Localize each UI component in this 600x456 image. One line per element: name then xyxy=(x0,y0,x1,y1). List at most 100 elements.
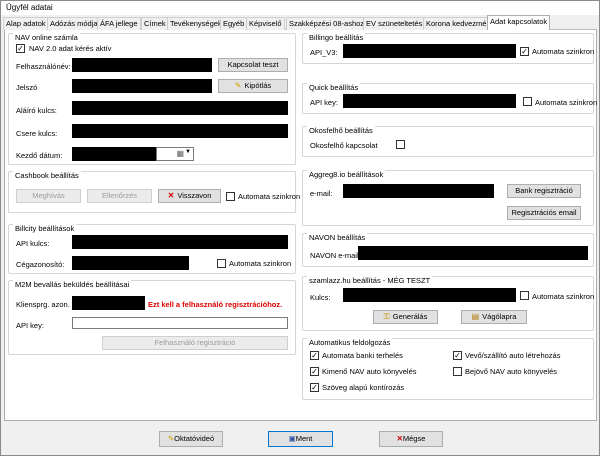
auto-incoming-nav-label: Bejövő NAV auto könyvelés xyxy=(465,367,557,376)
start-date-masked xyxy=(72,147,156,161)
billcity-company-field[interactable] xyxy=(72,256,189,270)
nav-enable-label: NAV 2.0 adat kérés aktív xyxy=(29,44,112,53)
billcity-group-title: Billcity beállítások xyxy=(13,224,77,233)
exchange-key-field[interactable] xyxy=(72,124,288,138)
billcity-auto-sync-label: Automata szinkron xyxy=(229,259,292,268)
x-icon: ✕ xyxy=(167,191,175,200)
cashbook-auto-sync-checkbox[interactable] xyxy=(226,192,235,201)
szamlazz-key-field[interactable] xyxy=(343,288,516,302)
szamlazz-auto-sync-checkbox[interactable] xyxy=(520,291,529,300)
billingo-auto-sync-label: Automata szinkron xyxy=(532,47,595,56)
okosfelho-group: Okosfelhő beállítás Okosfelhő kapcsolat xyxy=(302,126,594,157)
navon-group-title: NAVON beállítás xyxy=(307,233,368,242)
okosfelho-connect-label: Okosfelhő kapcsolat xyxy=(310,141,378,150)
tab-szakkepzesi[interactable]: Szakképzési 08-ashoz xyxy=(286,17,368,30)
quick-auto-sync-checkbox[interactable] xyxy=(523,97,532,106)
billingo-api-field[interactable] xyxy=(343,44,516,58)
szamlazz-clipboard-button[interactable]: ▤ Vágólapra xyxy=(461,310,527,324)
aggreg8-email-label: e-mail: xyxy=(310,189,333,198)
navon-group: NAVON beállítás NAVON e-mail: xyxy=(302,233,594,267)
okosfelho-group-title: Okosfelhő beállítás xyxy=(307,126,375,135)
pencil-icon: ✎ xyxy=(234,81,242,90)
start-date-picker[interactable]: ▦ ▼ xyxy=(156,147,194,161)
cancel-button-label: Mégse xyxy=(402,434,426,443)
aggreg8-email-field[interactable] xyxy=(343,184,494,198)
m2m-apikey-input[interactable] xyxy=(72,317,288,329)
okosfelho-connect-checkbox[interactable] xyxy=(396,140,405,149)
billingo-api-label: API_V3: xyxy=(310,48,338,57)
auto-group-title: Automatikus feldolgozás xyxy=(307,338,393,347)
auto-bank-debit-checkbox[interactable]: ✓ xyxy=(310,351,319,360)
tab-afa-jellege[interactable]: ÁFA jellege xyxy=(97,17,141,30)
billcity-group: Billcity beállítások API kulcs: Cégazono… xyxy=(8,224,296,274)
username-field[interactable] xyxy=(72,58,212,72)
m2m-apikey-label: API key: xyxy=(16,321,44,330)
cashbook-group: Cashbook beállítás Meghívás Ellenőrzés ✕… xyxy=(8,171,300,213)
szamlazz-key-label: Kulcs: xyxy=(310,293,331,302)
tab-tevekenysegek[interactable]: Tevékenységek xyxy=(167,17,225,30)
tab-adat-kapcsolatok[interactable]: Adat kapcsolatok xyxy=(487,15,551,30)
nav-online-group: NAV online számla ✓ NAV 2.0 adat kérés a… xyxy=(8,33,296,165)
m2m-client-label: Kliensprg. azon. xyxy=(16,300,70,309)
m2m-client-field[interactable] xyxy=(72,296,145,310)
tutorial-button[interactable]: ✎Oktatóvideó xyxy=(159,431,223,447)
aggreg8-group-title: Aggreg8.io beállítások xyxy=(307,170,386,179)
tab-egyeb[interactable]: Egyéb xyxy=(220,17,248,30)
sign-key-label: Aláíró kulcs: xyxy=(16,106,57,115)
connection-test-button[interactable]: Kapcsolat teszt xyxy=(218,58,288,72)
cashbook-auto-sync-label: Automata szinkron xyxy=(238,192,301,201)
tab-strip: Alap adatok Adózás módja ÁFA jellege Cím… xyxy=(3,15,597,30)
cashbook-view-button[interactable]: Meghívás xyxy=(16,189,81,203)
aggreg8-email-button[interactable]: Regisztrációs email xyxy=(507,206,581,220)
tab-cimek[interactable]: Címek xyxy=(141,17,169,30)
billcity-auto-sync-checkbox[interactable] xyxy=(217,259,226,268)
billingo-auto-sync-checkbox[interactable]: ✓ xyxy=(520,47,529,56)
navon-email-label: NAVON e-mail: xyxy=(310,251,361,260)
aggreg8-bank-button[interactable]: Bank regisztráció xyxy=(507,184,581,198)
cancel-button[interactable]: ✕Mégse xyxy=(379,431,443,447)
auto-text-posting-label: Szöveg alapú kontírozás xyxy=(322,383,405,392)
auto-partner-create-checkbox[interactable]: ✓ xyxy=(453,351,462,360)
quick-group: Quick beállítás API key: Automata szinkr… xyxy=(302,83,598,114)
cashbook-check-button[interactable]: Ellenőrzés xyxy=(87,189,152,203)
tab-adozas-modja[interactable]: Adózás módja xyxy=(47,17,101,30)
szamlazz-generate-button[interactable]: ⚿ Generálás xyxy=(373,310,438,324)
calendar-icon[interactable]: ▦ xyxy=(176,149,184,158)
szamlazz-auto-sync-label: Automata szinkron xyxy=(532,292,595,301)
client-data-window: Ügyfél adatai Alap adatok Adózás módja Á… xyxy=(0,0,600,456)
save-button[interactable]: ▣Ment xyxy=(268,431,333,447)
username-label: Felhasználónév: xyxy=(16,62,71,71)
password-label: Jelszó xyxy=(16,83,38,92)
tab-alap-adatok[interactable]: Alap adatok xyxy=(3,17,49,30)
m2m-group: M2M bevallás beküldés beállításai Kliens… xyxy=(8,280,296,355)
auto-outgoing-nav-checkbox[interactable]: ✓ xyxy=(310,367,319,376)
cashbook-revoke-button[interactable]: ✕ Visszavon xyxy=(158,189,221,203)
save-button-label: Ment xyxy=(295,434,313,443)
tab-ev-szuneteltetes[interactable]: EV szüneteltetés xyxy=(363,17,426,30)
tab-content: NAV online számla ✓ NAV 2.0 adat kérés a… xyxy=(4,30,597,421)
password-field[interactable] xyxy=(72,79,212,93)
billcity-company-label: Cégazonosító: xyxy=(16,260,65,269)
aggreg8-group: Aggreg8.io beállítások e-mail: Bank regi… xyxy=(302,170,594,226)
window-title: Ügyfél adatai xyxy=(6,3,53,12)
billingo-group: Billingo beállítás API_V3: ✓ Automata sz… xyxy=(302,33,594,64)
start-date-label: Kezdő dátum: xyxy=(16,151,63,160)
auto-incoming-nav-checkbox[interactable] xyxy=(453,367,462,376)
sign-key-field[interactable] xyxy=(72,101,288,115)
quick-group-title: Quick beállítás xyxy=(307,83,361,92)
m2m-register-button[interactable]: Felhasználó regisztráció xyxy=(102,336,288,350)
billcity-apikey-field[interactable] xyxy=(72,235,288,249)
tab-kepviselo[interactable]: Képviselő xyxy=(246,17,285,30)
fill-button[interactable]: ✎ Kipótlás xyxy=(218,79,288,93)
nav-enable-checkbox[interactable]: ✓ xyxy=(16,44,25,53)
quick-auto-sync-label: Automata szinkron xyxy=(535,98,598,107)
navon-email-field[interactable] xyxy=(358,246,588,260)
m2m-group-title: M2M bevallás beküldés beállításai xyxy=(13,280,132,289)
clipboard-icon: ▤ xyxy=(471,312,480,321)
chevron-down-icon[interactable]: ▼ xyxy=(185,149,191,155)
auto-partner-create-label: Vevő/szállító auto létrehozás xyxy=(465,351,561,360)
auto-processing-group: Automatikus feldolgozás ✓ Automata banki… xyxy=(302,338,594,400)
nav-group-title: NAV online számla xyxy=(13,33,80,42)
auto-text-posting-checkbox[interactable]: ✓ xyxy=(310,383,319,392)
quick-apikey-field[interactable] xyxy=(343,94,516,108)
